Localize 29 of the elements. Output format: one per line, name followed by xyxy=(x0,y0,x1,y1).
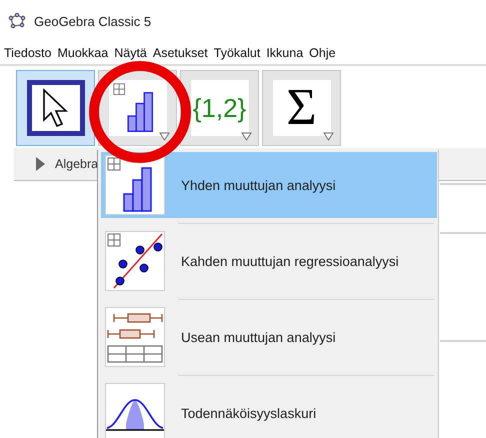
expand-arrow-icon[interactable] xyxy=(36,157,45,171)
scatter-plot-icon xyxy=(105,231,165,291)
app-logo-icon xyxy=(8,13,26,29)
list-tool-button[interactable]: {1,2} xyxy=(180,70,259,146)
window-title: GeoGebra Classic 5 xyxy=(34,14,152,28)
box-plot-icon xyxy=(105,307,165,367)
menu-option[interactable]: Yhden muuttujan analyysi xyxy=(101,152,437,218)
menu-item[interactable]: Ikkuna xyxy=(266,46,304,60)
sum-tool-button[interactable]: Σ xyxy=(262,70,341,146)
menu-option[interactable]: Usean muuttujan analyysi xyxy=(101,304,437,370)
option-label: Todennäköisyyslaskuri xyxy=(181,406,316,420)
menu-item[interactable]: Ohje xyxy=(309,46,336,60)
option-label: Usean muuttujan analyysi xyxy=(181,330,336,344)
caret-icon xyxy=(241,132,252,141)
menu-item[interactable]: Näytä xyxy=(114,46,147,60)
menu-item[interactable]: Asetukset xyxy=(152,46,208,60)
move-tool-button[interactable] xyxy=(16,70,95,146)
menu-item[interactable]: Työkalut xyxy=(214,46,260,60)
algebra-view-label: Algebra xyxy=(55,157,98,171)
option-label: Yhden muuttujan analyysi xyxy=(181,178,336,192)
menu-option[interactable]: Kahden muuttujan regressioanalyysi xyxy=(101,228,437,294)
caret-icon xyxy=(159,132,170,141)
menu-option[interactable]: Todennäköisyyslaskuri xyxy=(101,380,437,438)
pointer-icon xyxy=(40,88,70,128)
menu-item[interactable]: Tiedosto xyxy=(4,46,52,60)
caret-icon xyxy=(323,132,334,141)
menu-item[interactable]: Muokkaa xyxy=(57,46,108,60)
option-label: Kahden muuttujan regressioanalyysi xyxy=(181,254,399,268)
histogram-icon xyxy=(105,155,165,215)
